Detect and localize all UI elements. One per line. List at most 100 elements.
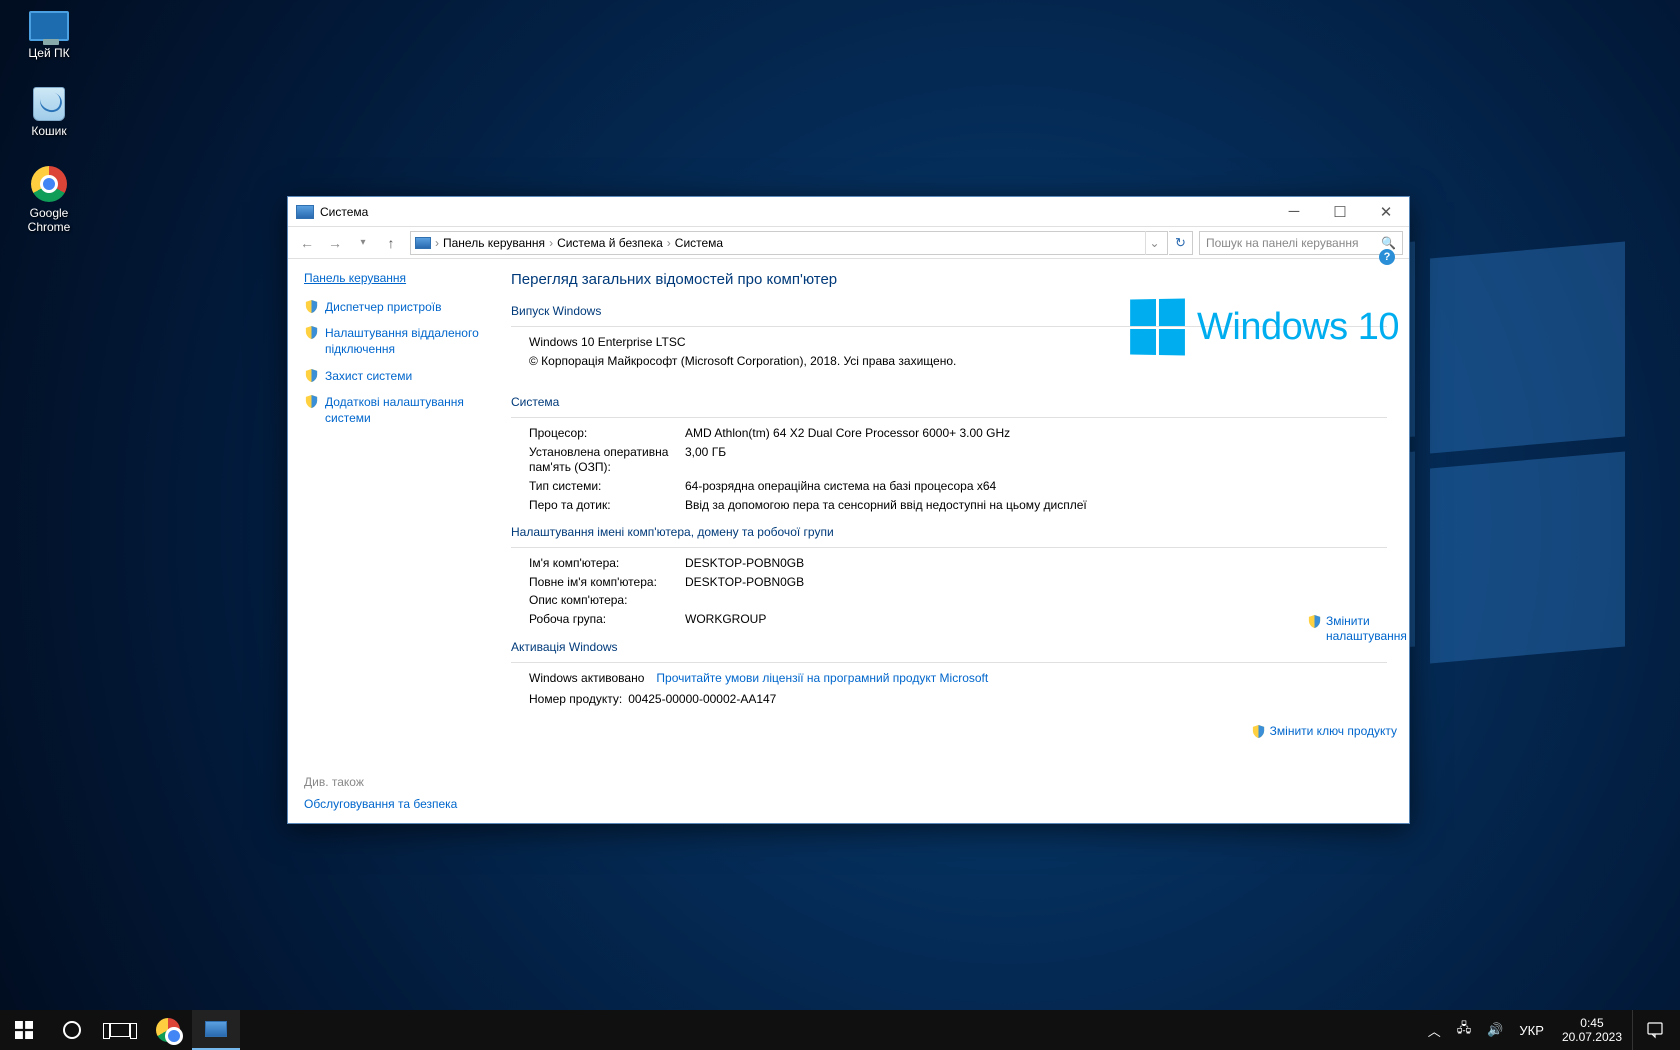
sidebar-item-label: Налаштування віддаленого підключення xyxy=(325,325,487,357)
computer-description-label: Опис комп'ютера: xyxy=(529,593,685,609)
shield-icon xyxy=(1251,724,1266,739)
license-terms-link[interactable]: Прочитайте умови ліцензії на програмний … xyxy=(656,671,988,687)
nav-up-button[interactable]: ↑ xyxy=(378,230,404,256)
copyright-text: © Корпорація Майкрософт (Microsoft Corpo… xyxy=(529,354,956,370)
desktop-icon-chrome[interactable]: Google Chrome xyxy=(8,164,90,234)
system-properties-window: Система ─ ☐ ✕ ← → ▾ ↑ › Панель керування… xyxy=(287,196,1410,824)
taskbar-app-chrome[interactable] xyxy=(144,1010,192,1050)
windows-logo: Windows 10 xyxy=(1129,299,1399,355)
tray-language-button[interactable]: УКР xyxy=(1511,1010,1552,1050)
tray-overflow-button[interactable]: ︿ xyxy=(1420,1010,1449,1050)
search-placeholder: Пошук на панелі керування xyxy=(1206,236,1358,250)
ram-label: Установлена оперативна пам'ять (ОЗП): xyxy=(529,445,685,476)
see-also-security-link[interactable]: Обслуговування та безпека xyxy=(304,797,487,811)
sidebar: Панель керування Диспетчер пристроїв Нал… xyxy=(288,259,503,823)
search-icon: 🔍 xyxy=(1381,236,1396,250)
start-button[interactable] xyxy=(0,1010,48,1050)
windows-logo-icon xyxy=(1130,298,1185,355)
workgroup-label: Робоча група: xyxy=(529,612,685,628)
chevron-right-icon: › xyxy=(667,236,671,250)
section-activation: Активація Windows xyxy=(511,640,1387,654)
taskbar: ︿ 🖧 🔊 УКР 0:45 20.07.2023 xyxy=(0,1010,1680,1050)
desktop-icon-label: Кошик xyxy=(31,124,66,138)
desktop-icon-grid: Цей ПК Кошик Google Chrome xyxy=(8,8,90,234)
task-view-icon xyxy=(110,1023,130,1037)
desktop-icon-label: Google Chrome xyxy=(8,206,90,234)
refresh-button[interactable]: ↻ xyxy=(1169,231,1193,255)
desktop-icon-recycle-bin[interactable]: Кошик xyxy=(8,86,90,138)
processor-value: AMD Athlon(tm) 64 X2 Dual Core Processor… xyxy=(685,426,1387,442)
section-computer-name: Налаштування імені комп'ютера, домену та… xyxy=(511,525,1387,539)
sidebar-item-advanced-settings[interactable]: Додаткові налаштування системи xyxy=(304,394,487,426)
breadcrumb-item[interactable]: Панель керування xyxy=(443,236,545,250)
change-settings-link[interactable]: Змінити налаштування xyxy=(1307,614,1397,644)
ram-value: 3,00 ГБ xyxy=(685,445,1387,476)
processor-label: Процесор: xyxy=(529,426,685,442)
breadcrumb-item[interactable]: Система й безпека xyxy=(557,236,663,250)
nav-recent-button[interactable]: ▾ xyxy=(350,230,376,256)
computer-name-label: Ім'я комп'ютера: xyxy=(529,556,685,572)
notification-icon xyxy=(1646,1021,1664,1039)
change-product-key-link[interactable]: Змінити ключ продукту xyxy=(1251,724,1397,739)
page-heading: Перегляд загальних відомостей про комп'ю… xyxy=(511,271,1387,288)
control-panel-icon xyxy=(415,237,431,249)
chrome-icon xyxy=(31,166,67,202)
maximize-button[interactable]: ☐ xyxy=(1317,197,1363,227)
minimize-button[interactable]: ─ xyxy=(1271,197,1317,227)
computer-name-value: DESKTOP-POBN0GB xyxy=(685,556,1387,572)
cortana-search-icon xyxy=(63,1021,81,1039)
pen-touch-label: Перо та дотик: xyxy=(529,498,685,514)
sidebar-item-label: Додаткові налаштування системи xyxy=(325,394,487,426)
system-tray: ︿ 🖧 🔊 УКР 0:45 20.07.2023 xyxy=(1420,1010,1680,1050)
sidebar-item-remote-settings[interactable]: Налаштування віддаленого підключення xyxy=(304,325,487,357)
titlebar[interactable]: Система ─ ☐ ✕ xyxy=(288,197,1409,227)
windows-logo-text: Windows 10 xyxy=(1197,306,1399,349)
shield-icon xyxy=(1307,614,1322,629)
chevron-right-icon: › xyxy=(549,236,553,250)
pen-touch-value: Ввід за допомогою пера та сенсорний ввід… xyxy=(685,498,1387,514)
window-title: Система xyxy=(320,205,368,219)
tray-network-icon[interactable]: 🖧 xyxy=(1449,1010,1480,1050)
system-type-label: Тип системи: xyxy=(529,479,685,495)
action-center-button[interactable] xyxy=(1632,1010,1676,1050)
tray-clock-date: 20.07.2023 xyxy=(1562,1030,1622,1044)
sidebar-item-label: Захист системи xyxy=(325,368,412,384)
desktop-icon-label: Цей ПК xyxy=(28,46,69,60)
breadcrumb-chevron-down-icon[interactable]: ⌄ xyxy=(1145,231,1163,255)
sidebar-item-label: Диспетчер пристроїв xyxy=(325,299,441,315)
shield-icon xyxy=(304,325,319,340)
pc-icon xyxy=(29,11,69,41)
windows-edition-value: Windows 10 Enterprise LTSC xyxy=(529,335,686,351)
search-button[interactable] xyxy=(48,1010,96,1050)
navigation-bar: ← → ▾ ↑ › Панель керування › Система й б… xyxy=(288,227,1409,259)
product-id-label: Номер продукту: xyxy=(529,692,622,708)
activation-status: Windows активовано xyxy=(529,671,644,687)
tray-clock-time: 0:45 xyxy=(1562,1016,1622,1030)
sidebar-item-device-manager[interactable]: Диспетчер пристроїв xyxy=(304,299,487,315)
tray-clock[interactable]: 0:45 20.07.2023 xyxy=(1552,1016,1632,1045)
task-view-button[interactable] xyxy=(96,1010,144,1050)
section-system: Система xyxy=(511,395,1387,409)
full-computer-name-value: DESKTOP-POBN0GB xyxy=(685,575,1387,591)
workgroup-value: WORKGROUP xyxy=(685,612,1387,628)
see-also-title: Див. також xyxy=(304,775,487,789)
tray-volume-icon[interactable]: 🔊 xyxy=(1479,1010,1511,1050)
shield-icon xyxy=(304,299,319,314)
breadcrumb[interactable]: › Панель керування › Система й безпека ›… xyxy=(410,231,1168,255)
search-input[interactable]: Пошук на панелі керування 🔍 xyxy=(1199,231,1403,255)
breadcrumb-item[interactable]: Система xyxy=(675,236,723,250)
desktop-icon-this-pc[interactable]: Цей ПК xyxy=(8,8,90,60)
product-id-value: 00425-00000-00002-AA147 xyxy=(628,692,776,708)
chevron-right-icon: › xyxy=(435,236,439,250)
control-panel-home-link[interactable]: Панель керування xyxy=(304,271,487,285)
system-icon xyxy=(296,205,314,219)
chrome-icon xyxy=(156,1018,180,1042)
close-button[interactable]: ✕ xyxy=(1363,197,1409,227)
full-computer-name-label: Повне ім'я комп'ютера: xyxy=(529,575,685,591)
taskbar-app-system[interactable] xyxy=(192,1010,240,1050)
nav-back-button[interactable]: ← xyxy=(294,230,320,256)
shield-icon xyxy=(304,394,319,409)
recycle-bin-icon xyxy=(33,87,65,121)
sidebar-item-system-protection[interactable]: Захист системи xyxy=(304,368,487,384)
windows-start-icon xyxy=(15,1021,33,1039)
